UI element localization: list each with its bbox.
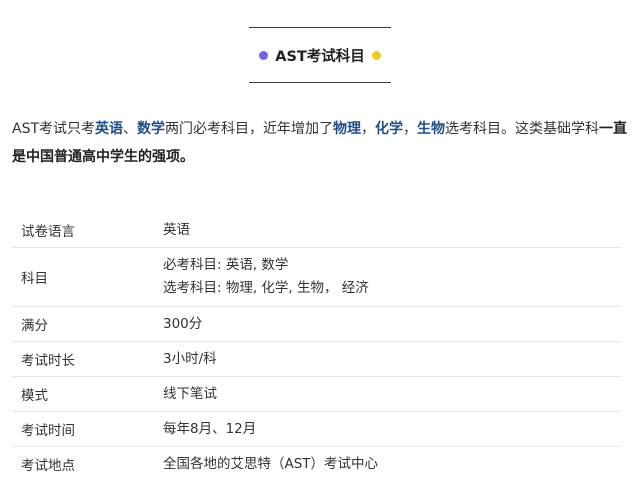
intro-text: ， (403, 121, 418, 137)
row-label: 考试时间 (21, 423, 75, 439)
intro-paragraph: AST考试只考英语、数学两门必考科目，近年增加了物理，化学，生物选考科目。这类基… (12, 115, 628, 171)
row-label: 科目 (21, 271, 48, 287)
row-value-line: 必考科目: 英语, 数学 (163, 257, 289, 273)
subject-english: 英语 (95, 121, 124, 137)
yellow-dot-icon (371, 50, 381, 60)
intro-text: AST考试只考 (12, 121, 96, 137)
row-value-line: 线下笔试 (163, 385, 217, 402)
row-value: 每年8月、12月 (163, 412, 621, 447)
row-value-line: 英语 (163, 221, 190, 238)
intro-text: 、 (123, 121, 138, 137)
row-label: 满分 (21, 318, 48, 334)
section-title-block: AST考试科目 (249, 27, 391, 83)
intro-text: 选考科目。这类基础学科 (445, 121, 600, 137)
row-value: 线下笔试 (163, 377, 621, 412)
row-value-line: 每年8月、12月 (163, 420, 257, 437)
table-row: 考试时长 3小时/科 (12, 342, 621, 377)
row-value-line: 300分 (163, 315, 203, 332)
section-title: AST考试科目 (275, 48, 365, 65)
row-value: 全国各地的艾思特（AST）考试中心 (163, 447, 621, 482)
row-value-line: 3小时/科 (163, 350, 217, 367)
row-value-line: 选考科目: 物理, 化学, 生物， 经济 (163, 280, 369, 296)
subject-chemistry: 化学 (375, 121, 404, 137)
row-label: 试卷语言 (21, 224, 75, 240)
intro-text: 两门必考科目，近年增加了 (165, 121, 334, 137)
row-label: 考试地点 (21, 458, 75, 474)
table-row: 科目 必考科目: 英语, 数学 选考科目: 物理, 化学, 生物， 经济 (12, 248, 621, 307)
table-row: 考试时间 每年8月、12月 (12, 412, 621, 447)
row-value: 300分 (163, 307, 621, 342)
table-row: 满分 300分 (12, 307, 621, 342)
table-row: 模式 线下笔试 (12, 377, 621, 412)
row-value-line: 全国各地的艾思特（AST）考试中心 (163, 455, 379, 472)
row-value: 英语 (163, 213, 621, 248)
exam-info-table: 试卷语言 英语 科目 必考科目: 英语, 数学 选考科目: 物理, 化学, 生物… (12, 213, 621, 481)
row-value: 3小时/科 (163, 342, 621, 377)
table-row: 试卷语言 英语 (12, 213, 621, 248)
subject-biology: 生物 (417, 121, 446, 137)
table-row: 考试地点 全国各地的艾思特（AST）考试中心 (12, 447, 621, 482)
row-value: 必考科目: 英语, 数学 选考科目: 物理, 化学, 生物， 经济 (163, 248, 621, 307)
subject-physics: 物理 (333, 121, 362, 137)
intro-text: ， (361, 121, 376, 137)
row-label: 模式 (21, 388, 48, 404)
subject-math: 数学 (137, 121, 166, 137)
purple-dot-icon (259, 50, 269, 60)
row-label: 考试时长 (21, 353, 75, 369)
